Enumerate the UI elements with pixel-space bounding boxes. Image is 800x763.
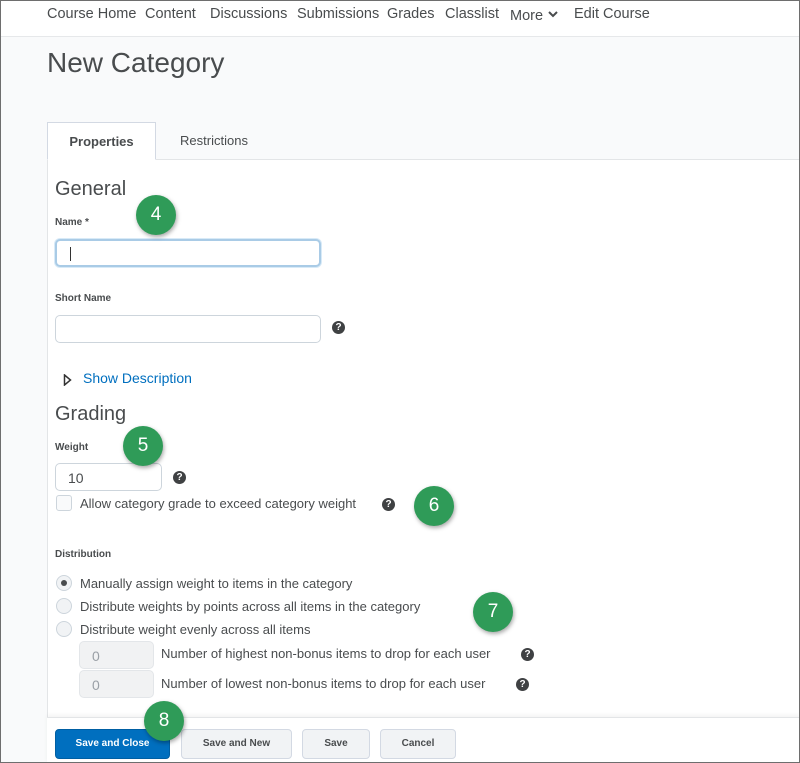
cancel-button[interactable]: Cancel — [380, 729, 456, 759]
weight-label: Weight — [55, 442, 89, 453]
help-icon[interactable]: ? — [516, 678, 529, 691]
distribution-label: Distribution — [55, 549, 112, 560]
nav-discussions[interactable]: Discussions — [210, 6, 287, 22]
app-frame: Course Home Content Discussions Submissi… — [0, 0, 800, 763]
help-icon[interactable]: ? — [521, 648, 534, 661]
short-name-label: Short Name — [55, 293, 112, 304]
nav-content[interactable]: Content — [145, 6, 196, 22]
nav-grades[interactable]: Grades — [387, 6, 435, 22]
radio-distribute-evenly-label: Distribute weight evenly across all item… — [80, 622, 311, 637]
nav-more[interactable]: More — [510, 6, 558, 24]
grading-heading: Grading — [55, 403, 127, 425]
callout-badge: 4 — [136, 195, 176, 235]
nav-course-home[interactable]: Course Home — [47, 6, 136, 22]
triangle-right-icon — [63, 373, 72, 389]
help-icon[interactable]: ? — [382, 498, 395, 511]
tab-strip-divider — [47, 159, 799, 160]
radio-distribute-evenly[interactable] — [56, 621, 72, 637]
drop-lowest-label: Number of lowest non-bonus items to drop… — [161, 676, 486, 691]
text-cursor — [70, 247, 71, 261]
callout-badge: 5 — [123, 426, 163, 466]
save-and-new-button[interactable]: Save and New — [181, 729, 292, 759]
drop-highest-label: Number of highest non-bonus items to dro… — [161, 646, 491, 661]
help-icon[interactable]: ? — [173, 471, 186, 484]
callout-badge: 8 — [144, 701, 184, 741]
name-label: Name * — [55, 217, 89, 228]
general-heading: General — [55, 178, 127, 200]
callout-badge: 6 — [414, 486, 454, 526]
weight-input[interactable]: 10 — [55, 463, 162, 491]
course-navbar: Course Home Content Discussions Submissi… — [1, 1, 799, 37]
exceed-weight-checkbox[interactable] — [56, 495, 72, 511]
callout-badge: 7 — [473, 592, 513, 632]
help-icon[interactable]: ? — [332, 321, 345, 334]
radio-distribute-points[interactable] — [56, 598, 72, 614]
drop-highest-input[interactable]: 0 — [79, 641, 154, 669]
short-name-input[interactable] — [55, 315, 321, 343]
nav-submissions[interactable]: Submissions — [297, 6, 379, 22]
radio-distribute-points-label: Distribute weights by points across all … — [80, 599, 421, 614]
tab-properties[interactable]: Properties — [47, 122, 156, 160]
nav-more-label: More — [510, 8, 544, 24]
show-description-link[interactable]: Show Description — [83, 370, 192, 386]
chevron-down-icon — [548, 6, 558, 22]
name-input[interactable] — [55, 239, 321, 267]
page-title: New Category — [47, 47, 225, 78]
tab-restrictions[interactable]: Restrictions — [164, 122, 264, 159]
radio-manual-weight[interactable] — [56, 575, 72, 591]
drop-lowest-input[interactable]: 0 — [79, 670, 154, 698]
exceed-weight-label: Allow category grade to exceed category … — [80, 496, 357, 511]
nav-edit-course[interactable]: Edit Course — [574, 6, 650, 22]
nav-classlist[interactable]: Classlist — [445, 6, 499, 22]
radio-manual-weight-label: Manually assign weight to items in the c… — [80, 576, 353, 591]
save-button[interactable]: Save — [302, 729, 370, 759]
